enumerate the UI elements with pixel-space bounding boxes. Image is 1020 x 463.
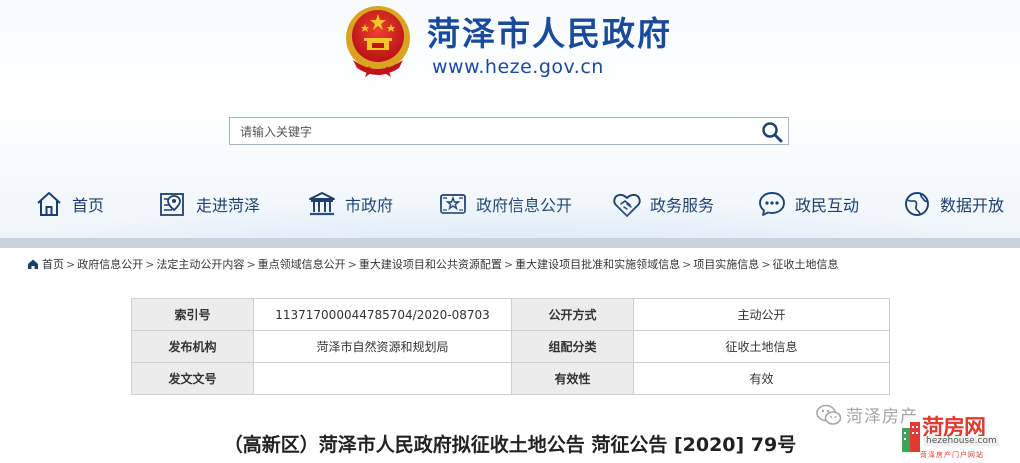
nav-label: 政府信息公开 xyxy=(476,196,573,215)
watermark-slogan: 菏泽房产门户网站 xyxy=(920,451,984,459)
breadcrumb-item-statutory-content[interactable]: 法定主动公开内容 xyxy=(156,256,244,272)
building-icon xyxy=(902,422,920,452)
breadcrumb-item-home[interactable]: 首页 xyxy=(42,256,64,272)
breadcrumb-separator: > xyxy=(246,257,256,271)
site-url[interactable]: www.heze.gov.cn xyxy=(432,56,604,78)
table-row: 发文文号 有效性 有效 xyxy=(131,362,890,395)
nav-item-public-interaction[interactable]: 政民互动 xyxy=(757,182,859,226)
site-title: 菏泽市人民政府 xyxy=(427,14,672,53)
map-pin-icon xyxy=(160,193,184,216)
nav-item-government-services[interactable]: 政务服务 xyxy=(612,182,714,226)
nav-divider-bar xyxy=(0,238,1020,248)
document-title: （高新区）菏泽市人民政府拟征收土地公告 菏征公告 [2020] 79号 xyxy=(223,434,797,456)
meta-key: 发文文号 xyxy=(131,362,254,395)
nav-label: 政务服务 xyxy=(650,196,715,215)
breadcrumb-item-project-approval[interactable]: 重大建设项目批准和实施领域信息 xyxy=(515,256,680,272)
breadcrumb-separator: > xyxy=(761,257,771,271)
nav-label: 首页 xyxy=(72,196,105,215)
nav-item-open-data[interactable]: 数据开放 xyxy=(902,182,1004,226)
breadcrumb-separator: > xyxy=(66,257,76,271)
nav-item-about-heze[interactable]: 走进菏泽 xyxy=(158,182,260,226)
breadcrumb-separator: > xyxy=(503,257,514,271)
government-building-icon xyxy=(309,192,335,216)
breadcrumb-item-land-expropriation[interactable]: 征收土地信息 xyxy=(773,256,839,272)
nav-label: 走进菏泽 xyxy=(196,196,261,215)
search-icon[interactable] xyxy=(760,120,784,144)
breadcrumb-separator: > xyxy=(347,257,357,271)
handshake-icon xyxy=(613,193,641,217)
nav-item-home[interactable]: 首页 xyxy=(34,182,104,226)
national-emblem-icon[interactable] xyxy=(343,2,413,78)
meta-key: 有效性 xyxy=(511,362,634,395)
document-meta-table: 索引号 113717000044785704/2020-08703 公开方式 主… xyxy=(131,298,890,395)
nav-item-city-government[interactable]: 市政府 xyxy=(307,182,393,226)
breadcrumb-separator: > xyxy=(682,257,692,271)
meta-value: 主动公开 xyxy=(633,298,890,331)
breadcrumb-item-info-disclosure[interactable]: 政府信息公开 xyxy=(77,256,143,272)
chat-bubble-icon xyxy=(759,192,785,216)
breadcrumb-item-major-projects[interactable]: 重大建设项目和公共资源配置 xyxy=(359,256,502,272)
search-box xyxy=(229,117,789,145)
data-globe-icon xyxy=(905,192,929,216)
info-document-icon xyxy=(440,194,466,214)
meta-value: 113717000044785704/2020-08703 xyxy=(253,298,512,331)
main-nav: 首页 走进菏泽 市政府 政府信息公开 政务服务 政民互动 数据开放 xyxy=(0,182,1020,226)
nav-label: 数据开放 xyxy=(940,196,1005,215)
nav-label: 政民互动 xyxy=(795,196,860,215)
meta-value: 菏泽市自然资源和规划局 xyxy=(253,330,512,363)
breadcrumb-item-key-areas[interactable]: 重点领域信息公开 xyxy=(258,256,346,272)
search-input[interactable] xyxy=(238,121,757,143)
breadcrumb-item-project-implementation[interactable]: 项目实施信息 xyxy=(693,256,759,272)
home-icon xyxy=(37,192,61,216)
breadcrumb: 首页 > 政府信息公开 > 法定主动公开内容 > 重点领域信息公开 > 重大建设… xyxy=(27,256,839,272)
breadcrumb-home-icon[interactable] xyxy=(27,258,39,270)
wechat-icon xyxy=(816,404,842,425)
meta-key: 组配分类 xyxy=(511,330,634,363)
meta-value: 有效 xyxy=(633,362,890,395)
meta-value xyxy=(253,362,512,395)
nav-label: 市政府 xyxy=(345,196,394,215)
site-header: 菏泽市人民政府 www.heze.gov.cn 首页 走进菏泽 xyxy=(0,0,1020,238)
nav-item-info-disclosure[interactable]: 政府信息公开 xyxy=(438,182,572,226)
meta-key: 发布机构 xyxy=(131,330,254,363)
table-row: 索引号 113717000044785704/2020-08703 公开方式 主… xyxy=(131,298,890,331)
meta-key: 公开方式 xyxy=(511,298,634,331)
meta-value: 征收土地信息 xyxy=(633,330,890,363)
watermark-logo: 菏房网 hezehouse.com 菏泽房产门户网站 xyxy=(900,412,1015,462)
breadcrumb-separator: > xyxy=(145,257,155,271)
watermark-domain: hezehouse.com xyxy=(924,436,999,446)
meta-key: 索引号 xyxy=(131,298,254,331)
table-row: 发布机构 菏泽市自然资源和规划局 组配分类 征收土地信息 xyxy=(131,330,890,363)
